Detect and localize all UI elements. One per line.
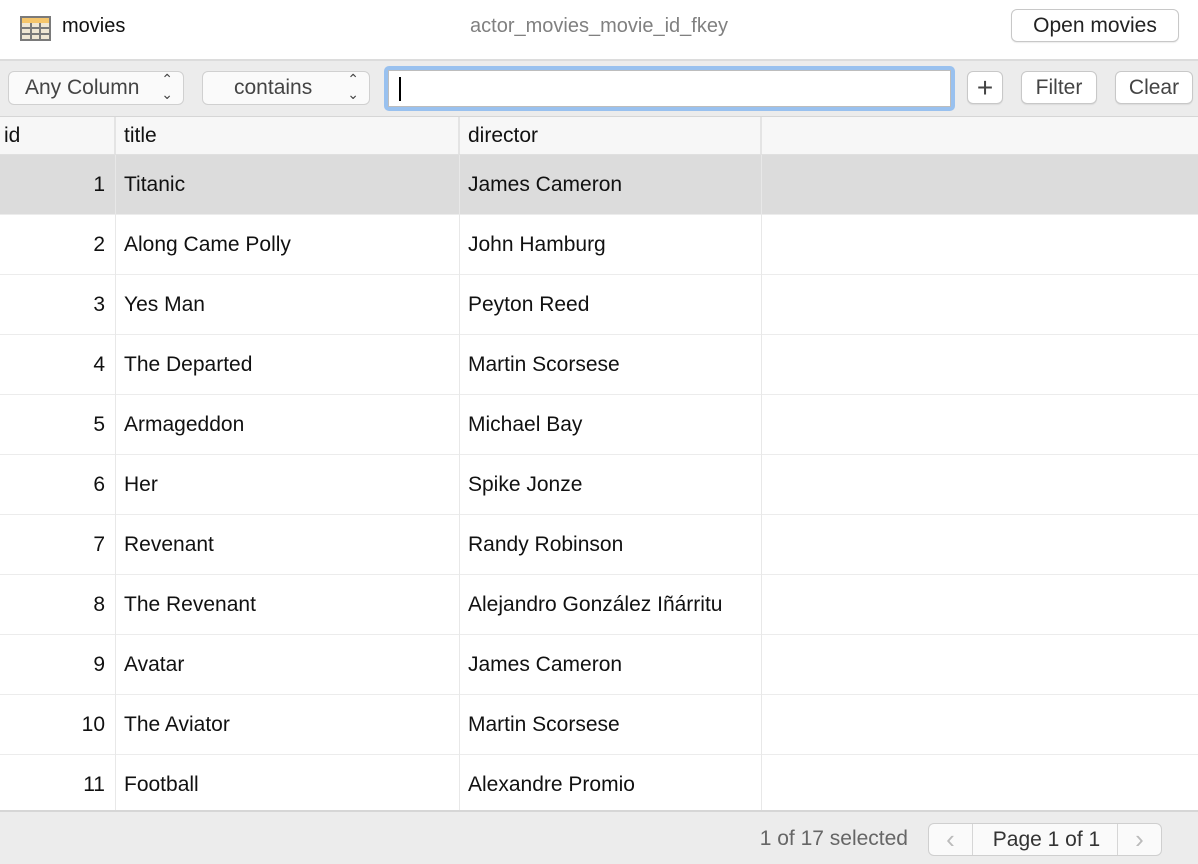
cell-director[interactable]: Spike Jonze	[460, 455, 762, 515]
column-header-director[interactable]: director	[460, 117, 762, 154]
table-row[interactable]: 1 Titanic James Cameron	[0, 155, 1198, 215]
operator-select[interactable]: contains ⌃ ⌄	[202, 71, 370, 105]
chevron-updown-icon: ⌃ ⌄	[347, 71, 359, 102]
cell-director[interactable]: Randy Robinson	[460, 515, 762, 575]
cell-director[interactable]: Alexandre Promio	[460, 755, 762, 815]
filter-button[interactable]: Filter	[1021, 71, 1097, 104]
cell-id[interactable]: 8	[0, 575, 116, 635]
table-row[interactable]: 6 Her Spike Jonze	[0, 455, 1198, 515]
table-row[interactable]: 4 The Departed Martin Scorsese	[0, 335, 1198, 395]
cell-director[interactable]: Martin Scorsese	[460, 695, 762, 755]
cell-id[interactable]: 5	[0, 395, 116, 455]
cell-id[interactable]: 2	[0, 215, 116, 275]
chevron-updown-icon: ⌃ ⌄	[161, 71, 173, 102]
cell-id[interactable]: 6	[0, 455, 116, 515]
cell-title[interactable]: Titanic	[116, 155, 460, 215]
cell-director[interactable]: Peyton Reed	[460, 275, 762, 335]
cell-title[interactable]: Revenant	[116, 515, 460, 575]
column-select[interactable]: Any Column ⌃ ⌄	[8, 71, 184, 105]
page-label: Page 1 of 1	[992, 828, 1101, 851]
header: movies actor_movies_movie_id_fkey Open m…	[0, 0, 1198, 61]
open-table-button[interactable]: Open movies	[1011, 9, 1179, 42]
cell-title[interactable]: Football	[116, 755, 460, 815]
add-filter-button[interactable]: +	[967, 71, 1003, 104]
table-row[interactable]: 11 Football Alexandre Promio	[0, 755, 1198, 815]
column-select-value: Any Column	[25, 76, 140, 99]
filter-toolbar: Any Column ⌃ ⌄ contains ⌃ ⌄ + Filter Clear	[0, 61, 1198, 117]
cell-director[interactable]: Martin Scorsese	[460, 335, 762, 395]
table-row[interactable]: 7 Revenant Randy Robinson	[0, 515, 1198, 575]
cell-title[interactable]: Her	[116, 455, 460, 515]
cell-title[interactable]: Avatar	[116, 635, 460, 695]
selection-status: 1 of 17 selected	[759, 827, 908, 850]
cell-director[interactable]: Michael Bay	[460, 395, 762, 455]
cell-director[interactable]: James Cameron	[460, 635, 762, 695]
previous-page-button[interactable]: ‹	[929, 824, 973, 855]
table-header: id title director	[0, 117, 1198, 155]
table-row[interactable]: 10 The Aviator Martin Scorsese	[0, 695, 1198, 755]
cell-title[interactable]: Armageddon	[116, 395, 460, 455]
column-header-id[interactable]: id	[0, 117, 116, 154]
operator-select-value: contains	[234, 76, 313, 99]
pager: ‹ Page 1 of 1 ›	[928, 823, 1162, 856]
cell-title[interactable]: The Departed	[116, 335, 460, 395]
search-input[interactable]	[388, 70, 951, 107]
table-row[interactable]: 9 Avatar James Cameron	[0, 635, 1198, 695]
cell-id[interactable]: 9	[0, 635, 116, 695]
next-page-button[interactable]: ›	[1117, 824, 1161, 855]
cell-director[interactable]: John Hamburg	[460, 215, 762, 275]
table-row[interactable]: 5 Armageddon Michael Bay	[0, 395, 1198, 455]
table-row[interactable]: 8 The Revenant Alejandro González Iñárritu	[0, 575, 1198, 635]
search-field[interactable]	[384, 66, 955, 111]
cell-id[interactable]: 7	[0, 515, 116, 575]
cell-title[interactable]: Along Came Polly	[116, 215, 460, 275]
footer: 1 of 17 selected ‹ Page 1 of 1 ›	[0, 810, 1198, 864]
text-caret	[399, 77, 401, 101]
column-header-title[interactable]: title	[116, 117, 460, 154]
cell-id[interactable]: 3	[0, 275, 116, 335]
cell-title[interactable]: The Revenant	[116, 575, 460, 635]
cell-director[interactable]: Alejandro González Iñárritu	[460, 575, 762, 635]
table-row[interactable]: 2 Along Came Polly John Hamburg	[0, 215, 1198, 275]
cell-director[interactable]: James Cameron	[460, 155, 762, 215]
cell-title[interactable]: The Aviator	[116, 695, 460, 755]
cell-id[interactable]: 1	[0, 155, 116, 215]
cell-id[interactable]: 10	[0, 695, 116, 755]
cell-title[interactable]: Yes Man	[116, 275, 460, 335]
clear-button[interactable]: Clear	[1115, 71, 1193, 104]
cell-id[interactable]: 4	[0, 335, 116, 395]
cell-id[interactable]: 11	[0, 755, 116, 815]
table-row[interactable]: 3 Yes Man Peyton Reed	[0, 275, 1198, 335]
